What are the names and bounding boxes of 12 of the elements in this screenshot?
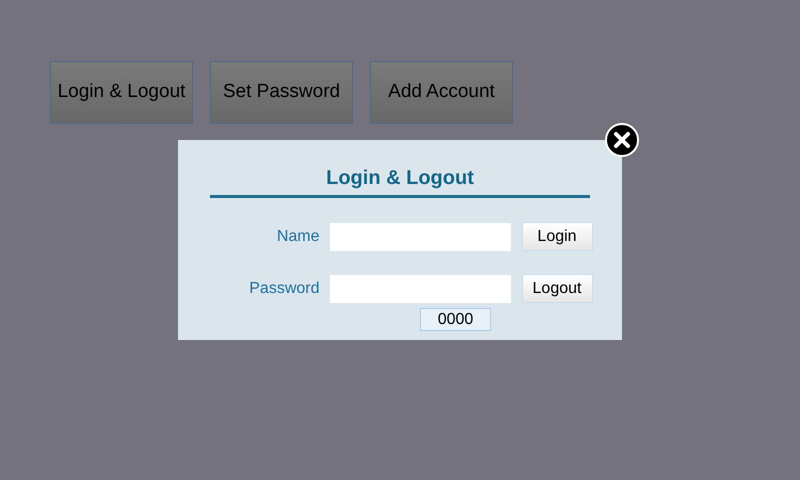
field-label: Password [248, 278, 320, 298]
input-field[interactable] [330, 222, 510, 250]
field-label: Name [276, 226, 320, 246]
dialog-title: Login & Logout [326, 166, 474, 190]
menu-button[interactable]: Login & Logout [50, 61, 193, 124]
menu-button[interactable]: Add Account [370, 61, 513, 124]
action-button[interactable]: Login [522, 222, 592, 251]
menu-button[interactable]: Set Password [210, 61, 353, 124]
action-button[interactable]: Logout [522, 274, 592, 303]
close-icon[interactable] [605, 123, 639, 157]
code-display: 0000 [420, 308, 491, 331]
input-field[interactable] [330, 274, 510, 302]
